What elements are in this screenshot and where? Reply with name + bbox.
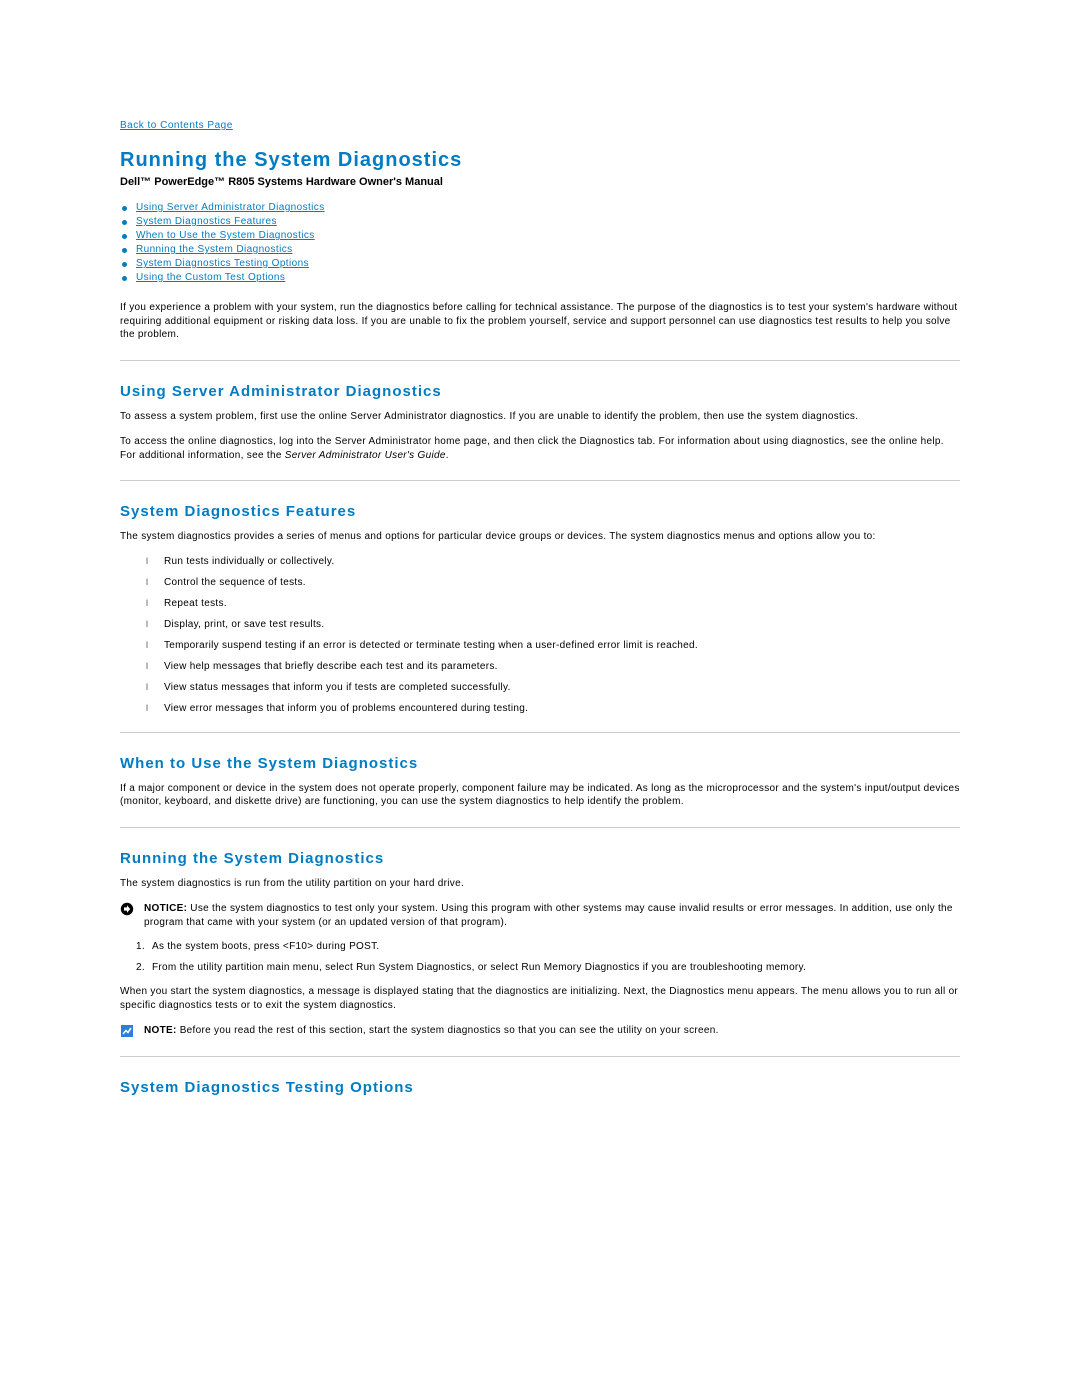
divider bbox=[120, 480, 960, 481]
toc-link[interactable]: Using the Custom Test Options bbox=[136, 272, 285, 283]
section-heading-running: Running the System Diagnostics bbox=[120, 850, 960, 867]
toc-link[interactable]: Using Server Administrator Diagnostics bbox=[136, 202, 325, 213]
section-heading-testing-options: System Diagnostics Testing Options bbox=[120, 1079, 960, 1096]
list-item: Run tests individually or collectively. bbox=[150, 556, 960, 567]
list-item: As the system boots, press <F10> during … bbox=[148, 941, 960, 952]
list-item: Control the sequence of tests. bbox=[150, 577, 960, 588]
text-span: . bbox=[446, 450, 449, 461]
divider bbox=[120, 827, 960, 828]
page-subtitle: Dell™ PowerEdge™ R805 Systems Hardware O… bbox=[120, 176, 960, 188]
note-callout: NOTE: Before you read the rest of this s… bbox=[120, 1024, 960, 1038]
toc-link[interactable]: Running the System Diagnostics bbox=[136, 244, 293, 255]
note-text: NOTE: Before you read the rest of this s… bbox=[144, 1024, 960, 1038]
notice-callout: NOTICE: Use the system diagnostics to te… bbox=[120, 902, 960, 929]
body-text: When you start the system diagnostics, a… bbox=[120, 985, 960, 1012]
features-list: Run tests individually or collectively. … bbox=[150, 556, 960, 714]
divider bbox=[120, 732, 960, 733]
divider bbox=[120, 360, 960, 361]
toc-link[interactable]: When to Use the System Diagnostics bbox=[136, 230, 315, 241]
body-text: To access the online diagnostics, log in… bbox=[120, 435, 960, 462]
list-item: View status messages that inform you if … bbox=[150, 682, 960, 693]
page-title: Running the System Diagnostics bbox=[120, 149, 960, 172]
notice-body: Use the system diagnostics to test only … bbox=[144, 903, 953, 928]
notice-label: NOTICE: bbox=[144, 903, 187, 914]
body-text: If a major component or device in the sy… bbox=[120, 782, 960, 809]
toc-link[interactable]: System Diagnostics Features bbox=[136, 216, 277, 227]
steps-list: As the system boots, press <F10> during … bbox=[148, 941, 960, 973]
list-item: Temporarily suspend testing if an error … bbox=[150, 640, 960, 651]
body-text: The system diagnostics is run from the u… bbox=[120, 877, 960, 891]
toc-list: Using Server Administrator Diagnostics S… bbox=[120, 202, 960, 283]
section-heading-when: When to Use the System Diagnostics bbox=[120, 755, 960, 772]
note-icon bbox=[120, 1024, 134, 1038]
list-item: From the utility partition main menu, se… bbox=[148, 962, 960, 973]
list-item: View error messages that inform you of p… bbox=[150, 703, 960, 714]
text-span: To access the online diagnostics, log in… bbox=[120, 436, 944, 461]
section-heading-using-server-admin: Using Server Administrator Diagnostics bbox=[120, 383, 960, 400]
intro-paragraph: If you experience a problem with your sy… bbox=[120, 301, 960, 342]
toc-link[interactable]: System Diagnostics Testing Options bbox=[136, 258, 309, 269]
notice-text: NOTICE: Use the system diagnostics to te… bbox=[144, 902, 960, 929]
notice-icon bbox=[120, 902, 134, 916]
note-label: NOTE: bbox=[144, 1025, 177, 1036]
body-text: The system diagnostics provides a series… bbox=[120, 530, 960, 544]
document-page: Back to Contents Page Running the System… bbox=[0, 0, 1080, 1166]
italic-ref: Server Administrator User's Guide bbox=[285, 450, 446, 461]
list-item: View help messages that briefly describe… bbox=[150, 661, 960, 672]
divider bbox=[120, 1056, 960, 1057]
note-body: Before you read the rest of this section… bbox=[177, 1025, 719, 1036]
body-text: To assess a system problem, first use th… bbox=[120, 410, 960, 424]
list-item: Display, print, or save test results. bbox=[150, 619, 960, 630]
section-heading-features: System Diagnostics Features bbox=[120, 503, 960, 520]
list-item: Repeat tests. bbox=[150, 598, 960, 609]
back-to-contents-link[interactable]: Back to Contents Page bbox=[120, 120, 233, 131]
